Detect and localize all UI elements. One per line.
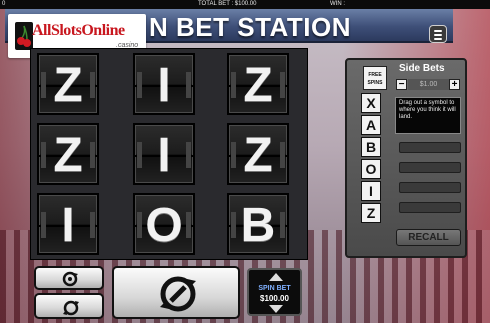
increase-bet-arrow-icon[interactable] [269,273,283,281]
turbo-button[interactable] [34,293,104,319]
side-bet-symbol[interactable]: B [361,137,381,157]
spin-button[interactable] [112,266,240,319]
reel-cell: Z [227,53,289,115]
reel-symbol: Z [53,59,83,112]
reel-cell: Z [37,53,99,115]
decrease-bet-arrow-icon[interactable] [269,305,283,313]
side-bet-slot[interactable] [399,162,461,173]
reel-cell: I [37,193,99,255]
reel-cell: I [133,53,195,115]
reel-symbol: Z [243,59,273,112]
side-bet-symbol[interactable]: X [361,93,381,113]
spin-bet-label: SPIN BET [258,285,291,292]
reel-symbol: I [157,59,171,112]
menu-icon [434,30,442,32]
autoplay-button[interactable] [34,266,104,290]
reel-symbol: B [240,199,276,252]
top-left-value: 0 [2,1,6,7]
top-info-bar: 0 TOTAL BET : $100.00 WIN : [0,0,490,9]
turbo-spin-icon [63,300,79,316]
reel-cell: O [133,193,195,255]
side-bets-title: Side Bets [399,63,445,74]
reel-cell: B [227,193,289,255]
win-text: WIN : [330,1,345,7]
spin-bet-value: $100.00 [260,294,289,303]
game-title: N BET STATION [149,12,351,42]
reel-symbol: Z [53,129,83,182]
side-bets-panel: FREE SPINS Side Bets − $1.00 + X A B O I… [345,58,467,258]
logo-name: AllSlotsOnline [32,22,125,39]
recall-button[interactable]: RECALL [396,229,461,246]
reel-symbol: I [157,129,171,182]
side-bet-symbol[interactable]: O [361,159,381,179]
menu-button[interactable] [429,25,447,43]
side-bet-instructions: Drag out a symbol to where you think it … [395,97,461,134]
reel-cell: I [133,123,195,185]
side-bet-symbol[interactable]: Z [361,203,381,223]
side-bet-slot[interactable] [399,202,461,213]
side-bet-slot[interactable] [399,142,461,153]
side-bet-plus-button[interactable]: + [449,79,460,90]
reel-symbol: Z [243,129,273,182]
side-bet-slot[interactable] [399,182,461,193]
reel-grid: Z I Z Z I Z I O B [30,48,308,260]
free-spins-badge[interactable]: FREE SPINS [363,66,387,90]
side-bet-value: $1.00 [408,79,449,90]
autoplay-icon [62,271,78,287]
reel-symbol: I [61,199,75,252]
total-bet-text: TOTAL BET : $100.00 [198,1,257,7]
side-bet-symbol[interactable]: A [361,115,381,135]
reel-cell: Z [227,123,289,185]
spin-bet-panel: SPIN BET $100.00 [247,268,302,316]
side-bet-minus-button[interactable]: − [396,79,407,90]
reel-symbol: O [145,199,183,252]
reel-cell: Z [37,123,99,185]
spin-icon [160,276,196,312]
side-bet-symbol[interactable]: I [361,181,381,201]
